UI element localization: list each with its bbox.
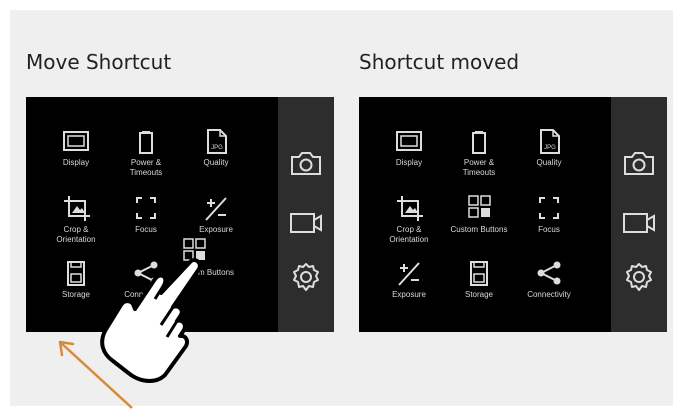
tile-label: Quality: [536, 158, 562, 167]
tile-label: Storage: [464, 290, 494, 299]
tile-focus[interactable]: Focus: [509, 194, 589, 235]
tile-exposure[interactable]: Exposure: [176, 194, 256, 235]
tile-label: Quality: [203, 158, 229, 167]
tile-focus[interactable]: Focus: [106, 194, 186, 235]
tile-label: Focus: [538, 225, 560, 234]
share-icon: [537, 261, 561, 285]
tile-label: Power & Timeouts: [129, 158, 163, 177]
tile-exposure[interactable]: Exposure: [369, 259, 449, 300]
tile-connectivity[interactable]: Connectivity: [509, 259, 589, 300]
tile-label: Power & Timeouts: [462, 158, 496, 177]
tile-power-timeouts[interactable]: Power & Timeouts: [106, 127, 186, 177]
video-mode-button[interactable]: [288, 205, 324, 241]
jpg-file-icon: JPG: [207, 129, 227, 154]
drag-arrow-icon: [58, 340, 133, 409]
display-icon: [396, 131, 422, 151]
custom-buttons-icon: [468, 195, 491, 218]
jpg-file-icon: JPG: [540, 129, 560, 154]
right-caption: Shortcut moved: [359, 50, 520, 74]
tile-display[interactable]: Display: [36, 127, 116, 168]
right-camera-menu-screen: Display Power & Timeouts JPG Quality Cro…: [359, 97, 667, 332]
camera-mode-button[interactable]: [288, 145, 324, 181]
tile-power-timeouts[interactable]: Power & Timeouts: [439, 127, 519, 177]
crop-icon: [397, 196, 423, 221]
camera-icon: [624, 152, 654, 175]
tile-custom-buttons[interactable]: Custom Buttons: [439, 194, 519, 235]
tile-label: Crop & Orientation: [389, 225, 429, 244]
tile-label: Display: [62, 158, 90, 167]
tile-storage[interactable]: Storage: [439, 259, 519, 300]
tile-label: Custom Buttons: [450, 225, 508, 234]
tile-quality[interactable]: JPG Quality: [176, 127, 256, 168]
settings-gear-icon: [293, 263, 319, 291]
focus-icon: [136, 197, 156, 219]
crop-icon: [64, 196, 90, 221]
exposure-icon: [205, 197, 227, 221]
battery-icon: [472, 131, 486, 154]
tile-display[interactable]: Display: [369, 127, 449, 168]
tile-quality[interactable]: JPG Quality: [509, 127, 589, 168]
tile-crop-orientation[interactable]: Crop & Orientation: [36, 194, 116, 244]
tile-label: Connectivity: [527, 290, 571, 299]
jpg-badge: JPG: [211, 145, 223, 151]
left-sidebar: [278, 97, 334, 332]
tile-label: Focus: [135, 225, 157, 234]
settings-button[interactable]: [621, 259, 657, 295]
video-mode-button[interactable]: [621, 205, 657, 241]
video-camera-icon: [290, 213, 322, 233]
tile-label: Exposure: [392, 290, 426, 299]
focus-icon: [539, 197, 559, 219]
storage-icon: [67, 261, 85, 286]
tile-label: Display: [395, 158, 423, 167]
tile-label: Exposure: [199, 225, 233, 234]
left-caption: Move Shortcut: [26, 50, 172, 74]
display-icon: [63, 131, 89, 151]
battery-icon: [139, 131, 153, 154]
tile-label: Crop & Orientation: [56, 225, 96, 244]
tile-crop-orientation[interactable]: Crop & Orientation: [369, 194, 449, 244]
video-camera-icon: [623, 213, 655, 233]
camera-mode-button[interactable]: [621, 145, 657, 181]
exposure-icon: [398, 262, 420, 286]
settings-button[interactable]: [288, 259, 324, 295]
right-sidebar: [611, 97, 667, 332]
settings-gear-icon: [626, 263, 652, 291]
storage-icon: [470, 261, 488, 286]
camera-icon: [291, 152, 321, 175]
jpg-badge: JPG: [544, 145, 556, 151]
